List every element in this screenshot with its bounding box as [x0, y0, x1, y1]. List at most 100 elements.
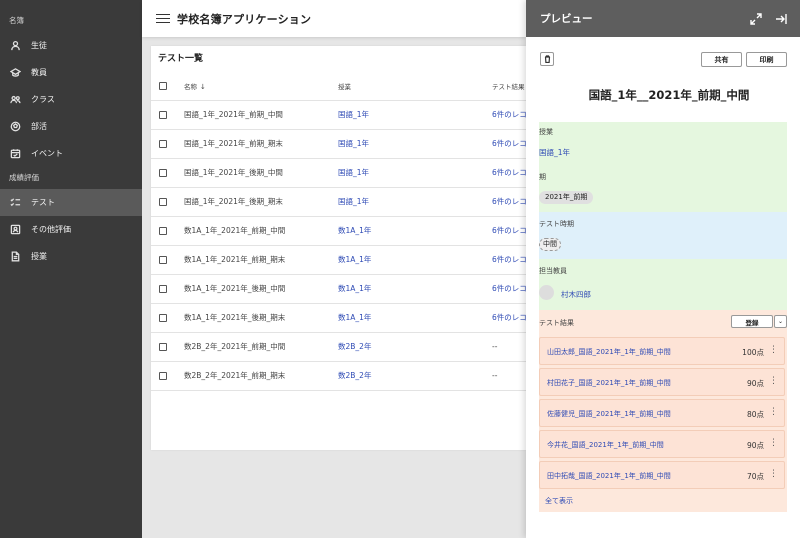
close-panel-icon[interactable]	[775, 13, 787, 25]
result-name-link[interactable]: 佐藤健児_国語_2021年_1年_前期_中間	[547, 409, 671, 419]
chevron-down-icon[interactable]: ⌄	[774, 315, 787, 328]
print-button[interactable]: 印刷	[746, 52, 787, 67]
result-name-link[interactable]: 田中拓哉_国語_2021年_1年_前期_中間	[547, 471, 671, 481]
column-header-class[interactable]: 授業	[338, 72, 492, 101]
sidebar-item-label: テスト	[31, 198, 55, 207]
row-class-link[interactable]: 数1A_1年	[338, 274, 492, 304]
sidebar-item-clubs[interactable]: 部活	[0, 113, 142, 140]
result-item[interactable]: 田中拓哉_国語_2021年_1年_前期_中間 70点 ⋮	[539, 461, 785, 489]
sidebar-item-label: 部活	[31, 122, 47, 131]
share-button[interactable]: 共有	[701, 52, 742, 67]
sidebar-item-teachers[interactable]: 教員	[0, 59, 142, 86]
row-checkbox[interactable]	[159, 343, 167, 351]
row-checkbox[interactable]	[159, 140, 167, 148]
timing-chip: 中間	[539, 238, 561, 251]
sidebar-item-tests[interactable]: テスト	[0, 189, 142, 216]
row-class-link[interactable]: 数2B_2年	[338, 361, 492, 391]
column-header-name[interactable]: 名称 ↓	[184, 72, 338, 101]
row-results-link[interactable]: 6件のレコ	[492, 303, 526, 333]
table-row[interactable]: 数1A_1年_2021年_前期_中間 数1A_1年 6件のレコ	[151, 216, 526, 246]
row-name: 数1A_1年_2021年_前期_期末	[184, 245, 338, 275]
sidebar-item-label: その他評価	[31, 225, 71, 234]
row-checkbox[interactable]	[159, 169, 167, 177]
class-section: 授業 国語_1年	[539, 122, 787, 168]
table-row[interactable]: 国語_1年_2021年_後期_中間 国語_1年 6件のレコ	[151, 158, 526, 188]
table-row[interactable]: 数1A_1年_2021年_後期_期末 数1A_1年 6件のレコ	[151, 303, 526, 333]
row-results-link[interactable]: 6件のレコ	[492, 187, 526, 217]
sidebar-item-label: 生徒	[31, 41, 47, 50]
menu-icon[interactable]	[156, 12, 170, 26]
result-name-link[interactable]: 村田花子_国語_2021年_1年_前期_中間	[547, 378, 671, 388]
show-all-link[interactable]: 全て表示	[545, 496, 573, 506]
result-name-link[interactable]: 山田太郎_国語_2021年_1年_前期_中間	[547, 347, 671, 357]
result-item[interactable]: 村田花子_国語_2021年_1年_前期_中間 90点 ⋮	[539, 368, 785, 396]
term-section: 期 2021年_前期	[539, 168, 787, 212]
row-results-link[interactable]: 6件のレコ	[492, 216, 526, 246]
row-class-link[interactable]: 数1A_1年	[338, 216, 492, 246]
more-vert-icon[interactable]: ⋮	[769, 407, 778, 417]
preview-doc-title: 国語_1年__2021年_前期_中間	[588, 88, 750, 102]
row-checkbox[interactable]	[159, 285, 167, 293]
teacher-link[interactable]: 村木四郎	[561, 289, 591, 300]
result-item[interactable]: 佐藤健児_国語_2021年_1年_前期_中間 80点 ⋮	[539, 399, 785, 427]
result-item[interactable]: 今井花_国語_2021年_1年_前期_中間 90点 ⋮	[539, 430, 785, 458]
row-checkbox[interactable]	[159, 227, 167, 235]
result-item[interactable]: 山田太郎_国語_2021年_1年_前期_中間 100点 ⋮	[539, 337, 785, 365]
row-results-link[interactable]: 6件のレコ	[492, 158, 526, 188]
sidebar-item-other-evaluations[interactable]: その他評価	[0, 216, 142, 243]
checklist-icon	[9, 197, 21, 209]
row-results-link[interactable]: 6件のレコ	[492, 129, 526, 159]
sidebar-item-events[interactable]: イベント	[0, 140, 142, 167]
list-title: テスト一覧	[158, 54, 204, 64]
table-row[interactable]: 国語_1年_2021年_前期_中間 国語_1年 6件のレコ	[151, 100, 526, 130]
results-label: テスト結果	[539, 319, 574, 327]
more-vert-icon[interactable]: ⋮	[769, 438, 778, 448]
row-checkbox[interactable]	[159, 256, 167, 264]
result-name-link[interactable]: 今井花_国語_2021年_1年_前期_中間	[547, 440, 664, 450]
results-section: テスト結果 登録 ⌄ 山田太郎_国語_2021年_1年_前期_中間 100点 ⋮ 村田…	[539, 310, 787, 512]
row-class-link[interactable]: 国語_1年	[338, 158, 492, 188]
result-score: 90点	[746, 379, 764, 388]
row-class-link[interactable]: 数2B_2年	[338, 332, 492, 362]
select-all-checkbox[interactable]	[159, 81, 167, 90]
table-row[interactable]: 国語_1年_2021年_前期_期末 国語_1年 6件のレコ	[151, 129, 526, 159]
class-link[interactable]: 国語_1年	[539, 147, 570, 158]
row-checkbox[interactable]	[159, 314, 167, 322]
row-results-link[interactable]: 6件のレコ	[492, 245, 526, 275]
row-name: 数2B_2年_2021年_前期_期末	[184, 361, 338, 391]
row-name: 国語_1年_2021年_後期_中間	[184, 158, 338, 188]
row-checkbox[interactable]	[159, 198, 167, 206]
row-name: 数2B_2年_2021年_前期_中間	[184, 332, 338, 362]
table-row[interactable]: 数2B_2年_2021年_前期_期末 数2B_2年 --	[151, 361, 526, 391]
register-button[interactable]: 登録	[731, 315, 773, 328]
row-class-link[interactable]: 国語_1年	[338, 129, 492, 159]
row-class-link[interactable]: 数1A_1年	[338, 303, 492, 333]
row-name: 数1A_1年_2021年_後期_中間	[184, 274, 338, 304]
delete-button[interactable]	[540, 52, 554, 66]
more-vert-icon[interactable]: ⋮	[769, 376, 778, 386]
row-checkbox[interactable]	[159, 372, 167, 380]
table-row[interactable]: 数2B_2年_2021年_前期_中間 数2B_2年 --	[151, 332, 526, 362]
teacher-section: 担当教員 村木四郎	[539, 259, 787, 310]
sidebar-item-lessons[interactable]: 授業	[0, 243, 142, 270]
row-results-link[interactable]: 6件のレコ	[492, 274, 526, 304]
more-vert-icon[interactable]: ⋮	[769, 469, 778, 479]
row-class-link[interactable]: 数1A_1年	[338, 245, 492, 275]
table-row[interactable]: 数1A_1年_2021年_後期_中間 数1A_1年 6件のレコ	[151, 274, 526, 304]
row-class-link[interactable]: 国語_1年	[338, 187, 492, 217]
teacher-label: 担当教員	[539, 267, 567, 275]
sidebar-item-classes[interactable]: クラス	[0, 86, 142, 113]
preview-toolbar: 共有 印刷	[540, 52, 787, 67]
more-vert-icon[interactable]: ⋮	[769, 345, 778, 355]
expand-icon[interactable]	[750, 12, 762, 25]
row-results-link[interactable]: 6件のレコ	[492, 100, 526, 130]
document-icon	[9, 251, 21, 263]
sidebar-item-students[interactable]: 生徒	[0, 32, 142, 59]
column-header-results[interactable]: テスト結果	[492, 72, 526, 101]
badge-icon	[9, 224, 21, 236]
row-class-link[interactable]: 国語_1年	[338, 100, 492, 130]
row-checkbox[interactable]	[159, 111, 167, 119]
table-row[interactable]: 数1A_1年_2021年_前期_期末 数1A_1年 6件のレコ	[151, 245, 526, 275]
test-table: 名称 ↓ 授業 テスト結果 国語_1年_2021年_前期_中間 国語_1年 6件のレコ…	[151, 72, 526, 391]
table-row[interactable]: 国語_1年_2021年_後期_期末 国語_1年 6件のレコ	[151, 187, 526, 217]
